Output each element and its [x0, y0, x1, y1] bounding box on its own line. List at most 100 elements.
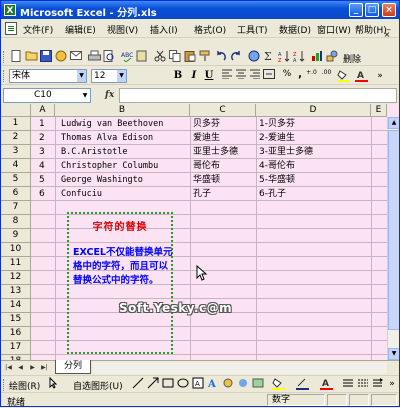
- scroll-down-icon[interactable]: ▼: [388, 348, 399, 360]
- line-style-icon[interactable]: [341, 377, 355, 391]
- cell-a6[interactable]: 6: [39, 187, 45, 201]
- cell-d4[interactable]: 4-哥伦布: [259, 159, 369, 173]
- cell-a2[interactable]: 2: [39, 131, 45, 145]
- chevron-down-icon[interactable]: ▼: [80, 89, 90, 102]
- excel-app-icon[interactable]: X: [4, 4, 16, 16]
- wordart-icon[interactable]: A: [206, 377, 220, 391]
- cell-c5[interactable]: 华盛顿: [193, 173, 255, 187]
- rectangle-icon[interactable]: [161, 377, 175, 391]
- row-header[interactable]: 1: [1, 117, 31, 131]
- column-header-e[interactable]: E: [371, 104, 387, 117]
- row-header[interactable]: 5: [1, 173, 31, 187]
- spelling-icon[interactable]: ABC: [120, 50, 134, 64]
- research-icon[interactable]: [135, 50, 149, 64]
- row-header[interactable]: 3: [1, 145, 31, 159]
- format-painter-icon[interactable]: [198, 50, 212, 64]
- diagram-icon[interactable]: [221, 377, 235, 391]
- row-header[interactable]: 14: [1, 299, 31, 313]
- cell-b1[interactable]: Ludwig van Beethoven: [61, 117, 189, 131]
- scroll-up-icon[interactable]: ▲: [388, 117, 399, 129]
- toolbar-options-icon[interactable]: »: [373, 69, 387, 83]
- cut-icon[interactable]: [153, 50, 167, 64]
- autoshapes-menu-button[interactable]: 自选图形(U): [73, 379, 123, 392]
- cell-c4[interactable]: 哥伦布: [193, 159, 255, 173]
- open-icon[interactable]: [24, 50, 38, 64]
- toolbar-grip[interactable]: [3, 70, 6, 82]
- select-objects-icon[interactable]: [47, 376, 61, 391]
- cell-b5[interactable]: George Washingto: [61, 173, 189, 187]
- bold-button[interactable]: B: [171, 69, 185, 83]
- row-header[interactable]: 15: [1, 313, 31, 327]
- oval-icon[interactable]: [176, 377, 190, 391]
- cell-b3[interactable]: B.C.Aristotle: [61, 145, 189, 159]
- cell-d3[interactable]: 3-亚里士多德: [259, 145, 369, 159]
- toolbar-options-icon[interactable]: »: [385, 377, 399, 391]
- formula-input[interactable]: [119, 88, 397, 103]
- horizontal-scrollbar[interactable]: [93, 362, 387, 374]
- column-header-d[interactable]: D: [256, 104, 371, 117]
- row-header[interactable]: 11: [1, 257, 31, 271]
- underline-button[interactable]: U: [202, 69, 216, 83]
- line-icon[interactable]: [131, 377, 145, 391]
- doc-close-button[interactable]: ×: [383, 30, 391, 40]
- arrow-icon[interactable]: [146, 377, 160, 391]
- row-header[interactable]: 7: [1, 201, 31, 215]
- chevron-down-icon[interactable]: ▼: [117, 70, 126, 82]
- scroll-thumb[interactable]: [388, 130, 399, 330]
- row-header[interactable]: 2: [1, 131, 31, 145]
- row-header[interactable]: 17: [1, 341, 31, 355]
- copy-icon[interactable]: [168, 50, 182, 64]
- cell-d5[interactable]: 5-华盛顿: [259, 173, 369, 187]
- last-sheet-icon[interactable]: ▶|: [40, 362, 49, 373]
- drawing-icon[interactable]: [325, 50, 339, 64]
- permission-icon[interactable]: [54, 50, 68, 64]
- restore-button[interactable]: □: [365, 3, 379, 17]
- fill-color-icon[interactable]: [271, 377, 285, 391]
- sort-ascending-icon[interactable]: AZ: [277, 50, 291, 64]
- worksheet-grid[interactable]: A B C D E 1 2 3 4 5 6 7 8 9 10 11 12 13 …: [1, 104, 399, 360]
- menu-file[interactable]: 文件(F): [23, 23, 53, 36]
- undo-icon[interactable]: [214, 50, 228, 64]
- redo-icon[interactable]: [229, 50, 243, 64]
- select-all-corner[interactable]: [1, 104, 31, 117]
- cell-d1[interactable]: 1-贝多芬: [259, 117, 369, 131]
- vertical-scrollbar[interactable]: ▲ ▼: [387, 117, 399, 360]
- new-icon[interactable]: [9, 50, 23, 64]
- cell-d2[interactable]: 2-爱迪生: [259, 131, 369, 145]
- toolbar-grip[interactable]: [3, 51, 6, 63]
- cell-c2[interactable]: 爱迪生: [193, 131, 255, 145]
- chevron-down-icon[interactable]: ▼: [77, 70, 86, 82]
- print-icon[interactable]: [87, 50, 101, 64]
- row-header[interactable]: 12: [1, 271, 31, 285]
- textbox-tool-icon[interactable]: A: [191, 377, 205, 391]
- workbook-icon[interactable]: [5, 22, 17, 35]
- column-header-b[interactable]: B: [55, 104, 190, 117]
- italic-button[interactable]: I: [187, 69, 201, 83]
- hyperlink-icon[interactable]: [247, 50, 261, 64]
- first-sheet-icon[interactable]: |◀: [4, 362, 13, 373]
- menu-tools[interactable]: 工具(T): [237, 23, 268, 36]
- cell-a5[interactable]: 5: [39, 173, 45, 187]
- cell-c1[interactable]: 贝多芬: [193, 117, 255, 131]
- font-color-icon[interactable]: A: [319, 377, 333, 391]
- name-box[interactable]: C10 ▼: [3, 88, 91, 103]
- email-icon[interactable]: [69, 50, 83, 64]
- cell-a4[interactable]: 4: [39, 159, 45, 173]
- toolbar-grip[interactable]: [3, 379, 6, 391]
- fx-icon[interactable]: fx: [105, 90, 114, 100]
- percent-button[interactable]: %: [280, 69, 294, 83]
- align-center-icon[interactable]: [234, 69, 248, 83]
- fill-color-icon[interactable]: [336, 69, 350, 83]
- minimize-button[interactable]: _: [349, 3, 363, 17]
- row-header[interactable]: 16: [1, 327, 31, 341]
- increase-decimal-button[interactable]: +.0: [304, 69, 319, 83]
- next-sheet-icon[interactable]: ▶: [28, 362, 37, 373]
- menu-format[interactable]: 格式(O): [194, 23, 226, 36]
- cell-a1[interactable]: 1: [39, 117, 45, 131]
- font-name-combo[interactable]: 宋体 ▼: [9, 69, 87, 83]
- merge-center-icon[interactable]: [262, 69, 276, 83]
- clipart-icon[interactable]: [236, 377, 250, 391]
- sort-descending-icon[interactable]: ZA: [292, 50, 306, 64]
- menu-window[interactable]: 窗口(W): [317, 23, 351, 36]
- cell-a3[interactable]: 3: [39, 145, 45, 159]
